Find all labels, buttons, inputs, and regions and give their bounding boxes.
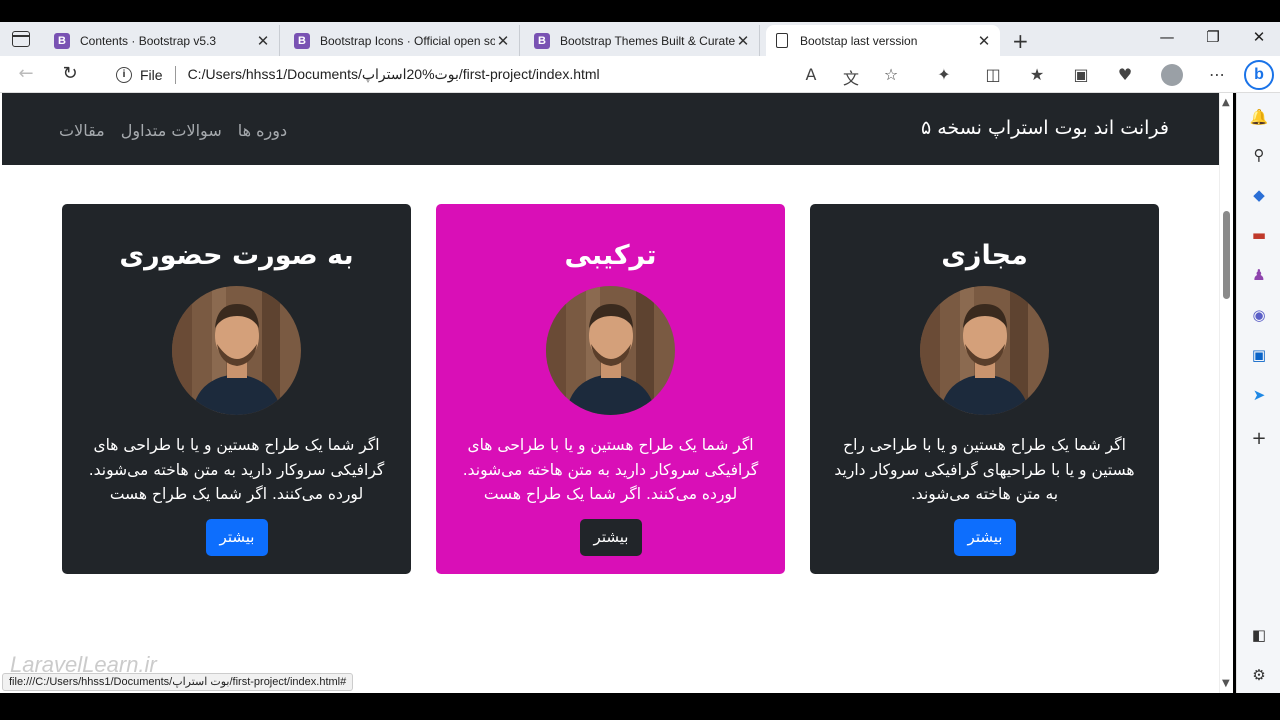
more-button[interactable]: بیشتر [954, 519, 1016, 556]
profile-photo [546, 286, 675, 415]
copilot-icon[interactable]: b [1244, 60, 1274, 90]
collections-icon[interactable]: ▣ [1070, 65, 1092, 84]
tab-title: Bootstrap Icons · Official open so [320, 33, 495, 48]
url-text[interactable]: C:/Users/hhss1/Documents/بوت%20استراپ/fi… [188, 66, 600, 83]
tab-title: Bootstap last verssion [800, 33, 918, 48]
notification-bell-icon[interactable]: 🔔 [1249, 107, 1269, 127]
translate-icon[interactable]: 文 [840, 65, 862, 89]
read-aloud-icon[interactable]: A [800, 65, 822, 84]
bootstrap-favicon-icon: B [534, 32, 550, 49]
address-toolbar: ← ↻ i File C:/Users/hhss1/Documents/بوت%… [0, 56, 1280, 93]
status-bar-link-preview: file:///C:/Users/hhss1/Documents/بوت است… [2, 673, 354, 691]
search-icon[interactable]: ⚲ [1249, 145, 1269, 165]
navbar-brand[interactable]: فرانت اند بوت استراپ نسخه ۵ [921, 117, 1169, 139]
outlook-icon[interactable]: ▣ [1249, 345, 1269, 365]
scheme-label: File [140, 66, 163, 83]
add-sidebar-app-icon[interactable]: + [1249, 429, 1269, 449]
page-scrollbar[interactable]: ▲ ▼ [1219, 93, 1233, 693]
browser-window: B Contents · Bootstrap v5.3 ✕ B Bootstra… [0, 0, 1280, 720]
nav-link-courses[interactable]: دوره ها [238, 121, 287, 140]
hide-sidebar-icon[interactable]: ◧ [1249, 625, 1269, 645]
scroll-down-arrow-icon[interactable]: ▼ [1222, 678, 1230, 689]
extensions-icon[interactable]: ✦ [933, 65, 955, 84]
close-tab-icon[interactable]: ✕ [255, 32, 271, 50]
new-tab-icon[interactable]: + [1012, 29, 1029, 53]
shopping-tag-icon[interactable]: ◆ [1249, 185, 1269, 205]
document-favicon-icon [776, 33, 788, 48]
tab-bootstap-last-version[interactable]: Bootstap last verssion ✕ [766, 25, 1000, 56]
close-window-icon[interactable]: ✕ [1236, 28, 1280, 46]
more-button[interactable]: بیشتر [580, 519, 642, 556]
cards-row: به صورت حضوری اگر شما یک طراح هستین و یا… [62, 204, 1159, 574]
card-title: به صورت حضوری [119, 240, 354, 271]
profile-photo [920, 286, 1049, 415]
card-title: مجازی [941, 240, 1028, 271]
reload-icon[interactable]: ↻ [56, 63, 84, 84]
tab-bootstrap-themes[interactable]: B Bootstrap Themes Built & Curate ✕ [526, 25, 760, 56]
maximize-icon[interactable]: ❐ [1190, 28, 1236, 46]
card-text: اگر شما یک طراح هستین و یا با طراحی های … [88, 436, 385, 503]
profile-photo [172, 286, 301, 415]
tab-bootstrap-icons[interactable]: B Bootstrap Icons · Official open so ✕ [286, 25, 520, 56]
edge-sidebar: 🔔 ⚲ ◆ ▬ ♟ ◉ ▣ ➤ + ◧ ⚙ [1236, 93, 1280, 693]
scrollbar-thumb[interactable] [1223, 211, 1230, 299]
more-menu-icon[interactable]: ⋯ [1206, 65, 1228, 84]
tab-strip: B Contents · Bootstrap v5.3 ✕ B Bootstra… [0, 22, 1280, 56]
split-screen-icon[interactable]: ◫ [982, 65, 1004, 84]
bootstrap-favicon-icon: B [54, 32, 70, 49]
tab-title: Bootstrap Themes Built & Curate [560, 33, 735, 48]
address-bar[interactable]: i File C:/Users/hhss1/Documents/بوت%20اس… [100, 60, 920, 89]
tab-actions-icon[interactable] [12, 31, 30, 47]
favorite-star-icon[interactable]: ☆ [880, 65, 902, 84]
sidebar-settings-gear-icon[interactable]: ⚙ [1249, 665, 1269, 685]
nav-link-articles[interactable]: مقالات [59, 121, 105, 140]
profile-avatar[interactable] [1161, 64, 1183, 86]
card-text: اگر شما یک طراح هستین و یا با طراحی های … [462, 436, 759, 503]
address-divider [174, 65, 176, 84]
more-button[interactable]: بیشتر [206, 519, 268, 556]
close-tab-icon[interactable]: ✕ [735, 32, 751, 50]
back-arrow-icon[interactable]: ← [12, 63, 40, 84]
bootstrap-favicon-icon: B [294, 32, 310, 49]
games-icon[interactable]: ♟ [1249, 265, 1269, 285]
page-viewport: فرانت اند بوت استراپ نسخه ۵ مقالات سوالا… [0, 93, 1219, 693]
tab-title: Contents · Bootstrap v5.3 [80, 33, 217, 48]
close-tab-icon[interactable]: ✕ [976, 32, 992, 50]
tab-bootstrap-contents[interactable]: B Contents · Bootstrap v5.3 ✕ [46, 25, 280, 56]
card-title: ترکیبی [564, 240, 657, 271]
scroll-up-arrow-icon[interactable]: ▲ [1222, 97, 1230, 108]
performance-icon[interactable]: ♥ [1114, 65, 1136, 84]
favorites-icon[interactable]: ★ [1026, 65, 1048, 84]
microsoft-365-icon[interactable]: ◉ [1249, 305, 1269, 325]
close-tab-icon[interactable]: ✕ [495, 32, 511, 50]
card-hybrid: ترکیبی اگر شما یک طراح هستین و یا با طرا… [436, 204, 785, 574]
card-virtual: مجازی اگر شما یک طراح هستین و یا با طراح… [810, 204, 1159, 574]
tools-briefcase-icon[interactable]: ▬ [1249, 225, 1269, 245]
navbar-links: مقالات سوالات متداول دوره ها [59, 121, 287, 140]
site-navbar: فرانت اند بوت استراپ نسخه ۵ مقالات سوالا… [2, 93, 1219, 165]
info-icon[interactable]: i [116, 66, 132, 83]
nav-link-faq[interactable]: سوالات متداول [121, 121, 222, 140]
card-in-person: به صورت حضوری اگر شما یک طراح هستین و یا… [62, 204, 411, 574]
send-icon[interactable]: ➤ [1249, 385, 1269, 405]
minimize-icon[interactable]: — [1144, 28, 1190, 46]
card-text: اگر شما یک طراح هستین و یا با طراحی راح … [834, 436, 1135, 503]
